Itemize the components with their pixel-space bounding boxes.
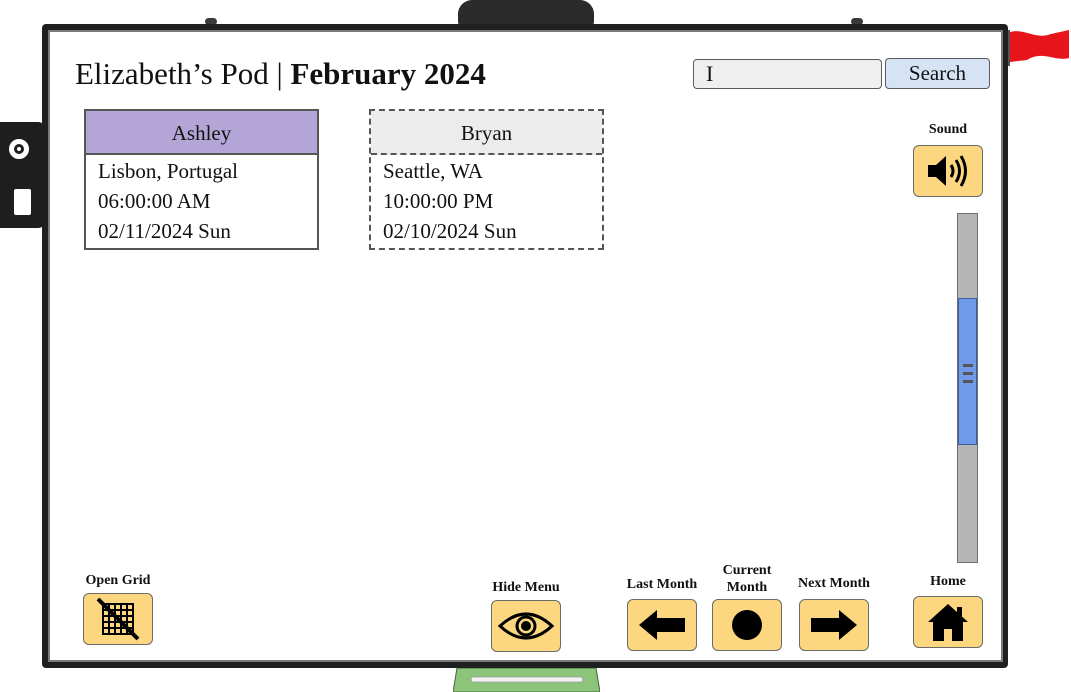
- home-button[interactable]: [913, 596, 983, 648]
- home-icon: [928, 604, 968, 641]
- search-button[interactable]: Search: [885, 58, 990, 89]
- circle-icon: [732, 610, 762, 640]
- arrow-right-icon: [811, 610, 857, 640]
- open-grid-label: Open Grid: [85, 573, 151, 588]
- pod-name: Elizabeth’s Pod |: [75, 56, 291, 91]
- member-time: 06:00:00 AM: [98, 189, 211, 213]
- camera-toggle-icon[interactable]: [9, 139, 29, 159]
- hide-menu-button[interactable]: [491, 600, 561, 652]
- speaker-icon: [928, 155, 967, 187]
- scroll-grip: [963, 364, 973, 367]
- member-name: Bryan: [371, 111, 602, 155]
- pen-tray: [453, 668, 600, 692]
- member-date: 02/10/2024 Sun: [383, 219, 517, 243]
- open-grid-button[interactable]: [83, 593, 153, 645]
- scroll-grip: [963, 372, 973, 375]
- side-bar-icon[interactable]: [14, 189, 31, 215]
- member-date: 02/11/2024 Sun: [98, 219, 231, 243]
- side-controls: [0, 122, 46, 228]
- last-month-label: Last Month: [626, 577, 698, 592]
- member-time: 10:00:00 PM: [383, 189, 494, 213]
- sound-button[interactable]: [913, 145, 983, 197]
- grid-off-icon: [96, 597, 140, 641]
- scroll-grip: [963, 380, 973, 383]
- next-month-label: Next Month: [798, 576, 870, 591]
- next-month-button[interactable]: [799, 599, 869, 651]
- search-input[interactable]: [693, 59, 882, 89]
- member-card-ashley[interactable]: Ashley Lisbon, Portugal 06:00:00 AM 02/1…: [84, 109, 319, 250]
- current-month-label: Current: [722, 563, 772, 578]
- last-month-button[interactable]: [627, 599, 697, 651]
- member-name: Ashley: [86, 111, 317, 155]
- home-label: Home: [930, 574, 966, 589]
- flag-icon[interactable]: [1007, 28, 1071, 68]
- current-month-button[interactable]: [712, 599, 782, 651]
- hide-menu-label: Hide Menu: [492, 580, 560, 595]
- member-location: Seattle, WA: [383, 159, 483, 183]
- member-card-bryan[interactable]: Bryan Seattle, WA 10:00:00 PM 02/10/2024…: [369, 109, 604, 250]
- eye-icon: [497, 612, 555, 640]
- sound-label: Sound: [928, 122, 968, 137]
- arrow-left-icon: [639, 610, 685, 640]
- current-month-title: February 2024: [290, 56, 486, 91]
- member-location: Lisbon, Portugal: [98, 159, 238, 183]
- page-title: Elizabeth’s Pod | February 2024: [75, 56, 486, 92]
- current-month-label: Month: [726, 580, 768, 595]
